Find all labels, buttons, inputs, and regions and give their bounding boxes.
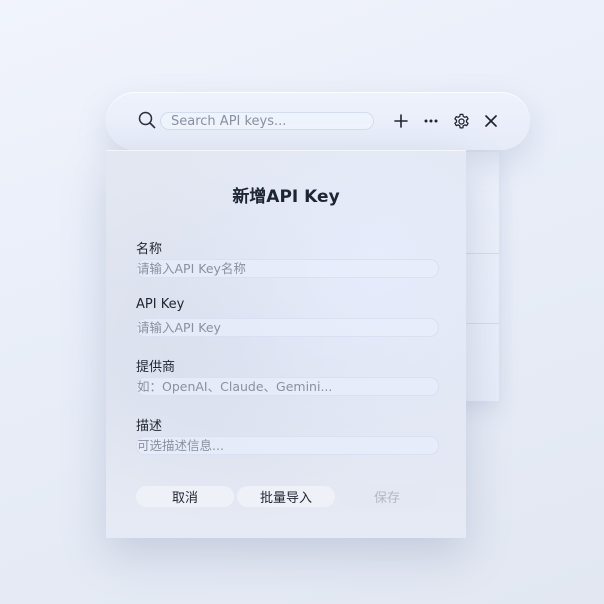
search-input[interactable] — [160, 112, 374, 130]
api-key-label: API Key — [136, 297, 185, 312]
provider-label: 提供商 — [136, 360, 176, 375]
add-api-key-dialog: 新增API Key 名称 API Key 提供商 描述 取消 批量导入 保存 — [106, 150, 466, 538]
save-button[interactable]: 保存 — [338, 486, 436, 507]
toolbar — [106, 92, 530, 150]
cancel-button[interactable]: 取消 — [136, 486, 234, 507]
gear-icon[interactable] — [451, 111, 471, 131]
provider-field[interactable] — [136, 377, 439, 396]
close-icon[interactable] — [481, 111, 501, 131]
search-icon — [138, 111, 156, 129]
api-key-field[interactable] — [136, 318, 439, 337]
name-label: 名称 — [136, 242, 163, 257]
description-field[interactable] — [136, 436, 439, 455]
description-label: 描述 — [136, 419, 163, 434]
name-field[interactable] — [136, 259, 439, 278]
dialog-title: 新增API Key — [232, 187, 340, 207]
plus-icon[interactable] — [391, 111, 411, 131]
more-icon[interactable] — [421, 111, 441, 131]
batch-import-button[interactable]: 批量导入 — [237, 486, 335, 507]
